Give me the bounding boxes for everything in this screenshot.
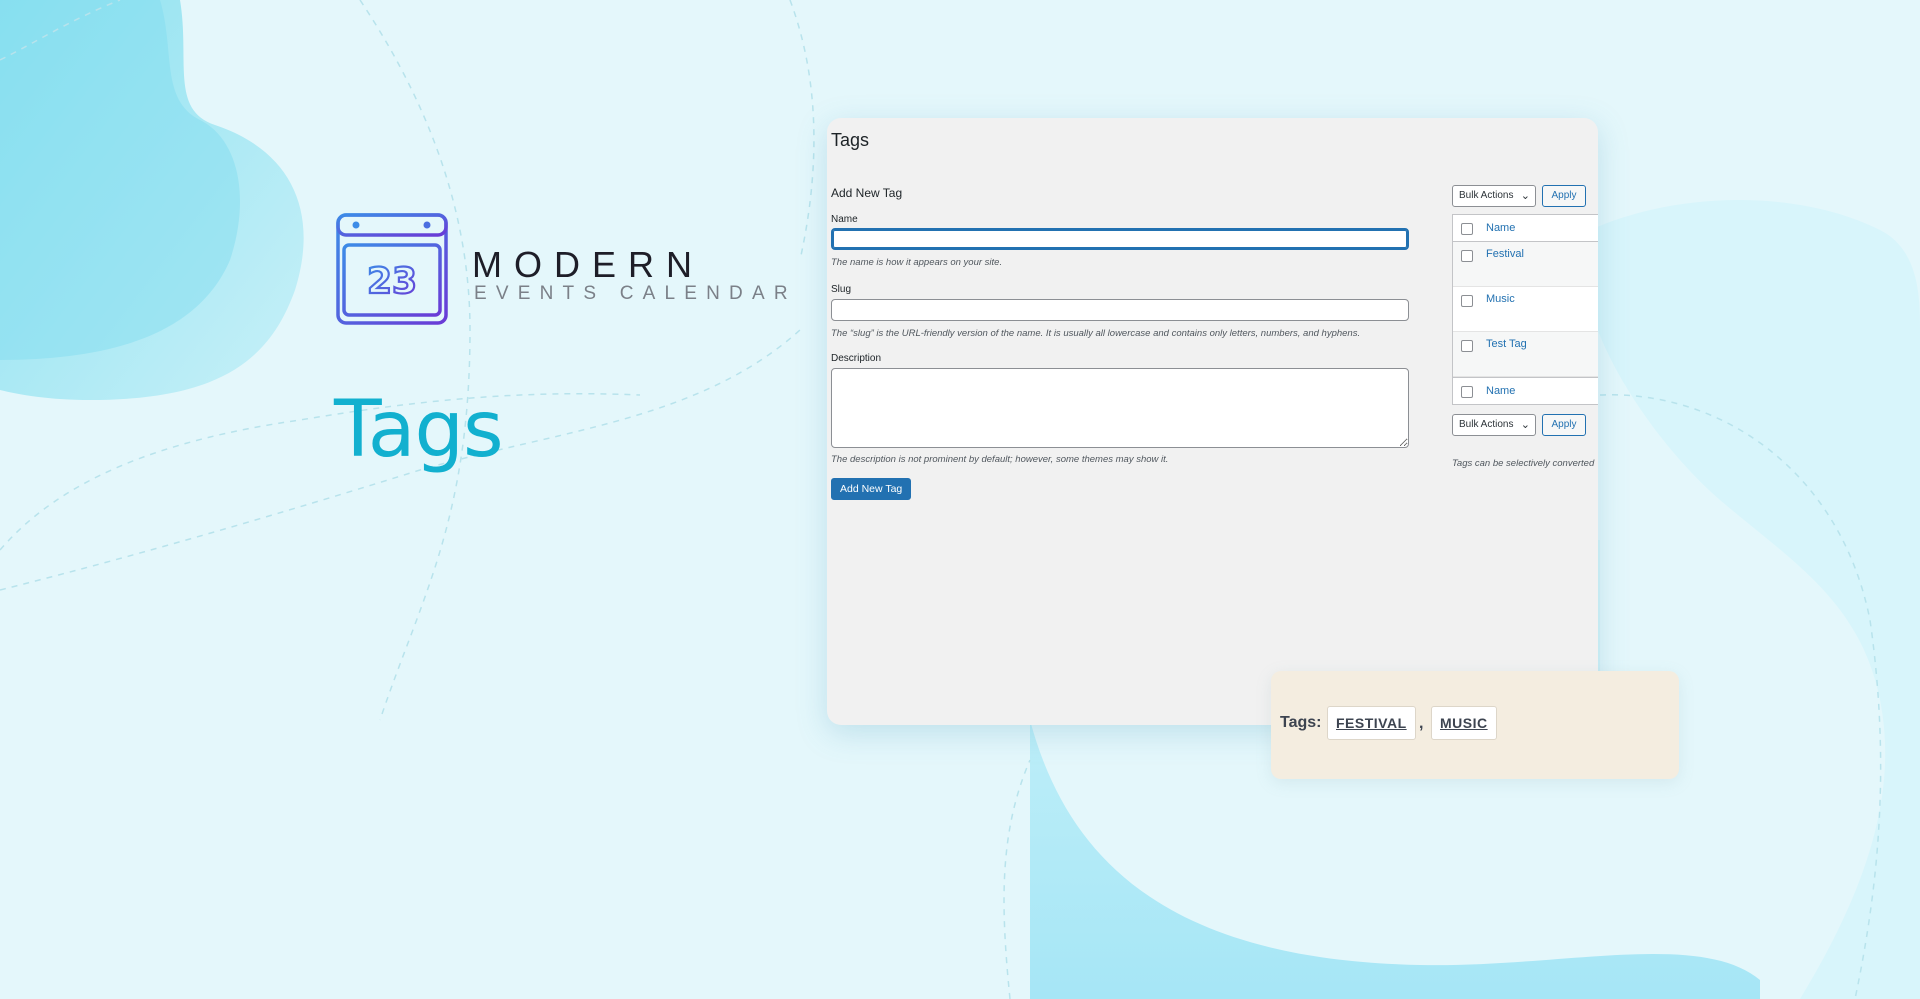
row-checkbox[interactable]: [1461, 250, 1473, 262]
bulk-actions-select-top[interactable]: Bulk Actions ⌄: [1452, 185, 1536, 207]
logo-number: 23: [367, 261, 417, 302]
slug-hint: The “slug” is the URL-friendly version o…: [831, 328, 1361, 339]
tag-link-festival[interactable]: FESTIVAL: [1327, 706, 1416, 740]
column-header-name[interactable]: Name: [1486, 222, 1515, 234]
frontend-tags-bar: Tags: FESTIVAL , MUSIC: [1271, 671, 1679, 779]
tag-name-link[interactable]: Festival: [1486, 248, 1524, 260]
description-label: Description: [831, 353, 882, 364]
slug-label: Slug: [831, 284, 852, 295]
name-input[interactable]: [831, 228, 1409, 250]
chevron-down-icon: ⌄: [1520, 419, 1530, 431]
table-row: Festival: [1453, 242, 1598, 287]
name-hint: The name is how it appears on your site.: [831, 257, 1003, 268]
brand-title: MODERN: [472, 244, 704, 285]
panel-title: Tags: [831, 130, 870, 150]
row-checkbox[interactable]: [1461, 295, 1473, 307]
select-all-checkbox[interactable]: [1461, 223, 1473, 235]
tags-conversion-note: Tags can be selectively converted: [1452, 458, 1595, 469]
table-row: Test Tag: [1453, 332, 1598, 377]
tags-label: Tags:: [1280, 714, 1322, 731]
name-label: Name: [831, 214, 858, 225]
column-footer-name[interactable]: Name: [1486, 385, 1515, 397]
description-hint: The description is not prominent by defa…: [831, 454, 1169, 465]
select-all-checkbox-footer[interactable]: [1461, 386, 1473, 398]
mec-logo-icon: 23: [336, 213, 448, 325]
wp-tags-panel: Tags Add New Tag Name The name is how it…: [827, 118, 1598, 725]
table-row: Music: [1453, 287, 1598, 332]
apply-button-top[interactable]: Apply: [1542, 185, 1586, 207]
apply-button-bottom[interactable]: Apply: [1542, 414, 1586, 436]
bulk-actions-select-bottom[interactable]: Bulk Actions ⌄: [1452, 414, 1536, 436]
bulk-actions-label: Bulk Actions: [1459, 190, 1514, 201]
table-footer-row: Name: [1453, 377, 1598, 405]
page-title: Tags: [334, 385, 504, 475]
chevron-down-icon: ⌄: [1520, 190, 1530, 202]
add-new-tag-heading: Add New Tag: [831, 186, 903, 200]
table-header-row: Name: [1453, 214, 1598, 242]
tag-link-music[interactable]: MUSIC: [1431, 706, 1497, 740]
bulk-actions-label: Bulk Actions: [1459, 419, 1514, 430]
tag-name-link[interactable]: Test Tag: [1486, 338, 1527, 350]
description-textarea[interactable]: [831, 368, 1409, 448]
tag-name-link[interactable]: Music: [1486, 293, 1515, 305]
row-checkbox[interactable]: [1461, 340, 1473, 352]
add-new-tag-button[interactable]: Add New Tag: [831, 478, 912, 500]
tag-separator: ,: [1419, 715, 1424, 732]
brand-subtitle: EVENTS CALENDAR: [474, 283, 797, 304]
slug-input[interactable]: [831, 299, 1409, 321]
tags-table: Name Festival Music Test Tag Name: [1452, 214, 1598, 405]
